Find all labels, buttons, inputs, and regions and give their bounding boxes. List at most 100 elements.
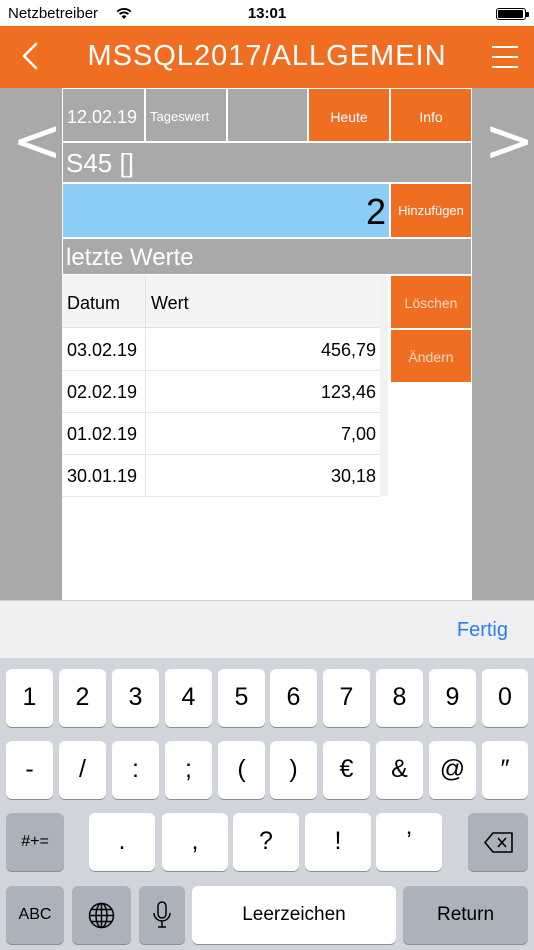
space-key[interactable]: Leerzeichen: [192, 886, 396, 944]
key-label: ABC: [18, 906, 52, 923]
row-value: 7,00: [340, 424, 376, 444]
microphone-icon: [153, 901, 171, 928]
edit-button[interactable]: Ändern: [390, 329, 472, 383]
key-6[interactable]: 6: [270, 669, 317, 727]
column-header-value: Wert: [151, 293, 189, 313]
key-label: #+=: [21, 833, 49, 850]
row-value: 30,18: [330, 466, 376, 486]
key-7[interactable]: 7: [323, 669, 370, 727]
key-double-quote[interactable]: ″: [482, 741, 528, 799]
abc-key[interactable]: ABC: [6, 886, 64, 944]
row-divider: [145, 371, 146, 412]
status-bar: Netzbetreiber 13:01: [0, 0, 534, 26]
key-label: /: [79, 755, 86, 783]
row-date: 30.01.19: [67, 466, 138, 486]
table-row[interactable]: 01.02.19 7,00: [62, 413, 380, 455]
date-field[interactable]: 12.02.19: [62, 88, 145, 142]
key-exclamation[interactable]: !: [305, 813, 371, 871]
keyboard-toolbar: Fertig: [0, 600, 534, 658]
info-label: Info: [419, 109, 443, 125]
key-apostrophe[interactable]: ’: [376, 813, 442, 871]
return-key[interactable]: Return: [403, 886, 528, 944]
delete-label: Löschen: [404, 295, 458, 311]
main-panel: < > 12.02.19 Tageswert Heute Info S45 []…: [0, 88, 534, 600]
key-label: (: [237, 755, 246, 783]
delete-button[interactable]: Löschen: [390, 275, 472, 329]
row-date: 01.02.19: [67, 424, 138, 444]
key-comma[interactable]: ,: [162, 813, 228, 871]
column-header-date: Datum: [67, 293, 121, 313]
key-at[interactable]: @: [429, 741, 476, 799]
table-row[interactable]: 03.02.19 456,79: [62, 329, 380, 371]
key-hyphen[interactable]: -: [6, 741, 53, 799]
backspace-icon: [484, 832, 513, 853]
add-button[interactable]: Hinzufügen: [390, 183, 472, 238]
key-semicolon[interactable]: ;: [165, 741, 212, 799]
key-3[interactable]: 3: [112, 669, 159, 727]
edit-label: Ändern: [408, 349, 454, 365]
key-label: Leerzeichen: [242, 904, 346, 925]
clock: 13:01: [247, 5, 287, 22]
row-divider: [145, 455, 146, 496]
history-header: letzte Werte: [62, 238, 472, 275]
key-8[interactable]: 8: [376, 669, 423, 727]
key-label: .: [118, 827, 126, 855]
item-name: S45 []: [66, 148, 134, 178]
key-4[interactable]: 4: [165, 669, 212, 727]
back-icon[interactable]: [16, 38, 46, 74]
key-5[interactable]: 5: [218, 669, 265, 727]
microphone-key[interactable]: [139, 886, 185, 944]
previous-arrow-button[interactable]: <: [12, 106, 62, 176]
date-value: 12.02.19: [67, 107, 138, 127]
key-period[interactable]: .: [89, 813, 155, 871]
key-ampersand[interactable]: &: [376, 741, 423, 799]
value-input[interactable]: 2: [62, 183, 390, 238]
table-row[interactable]: 30.01.19 30,18: [62, 455, 380, 497]
key-0[interactable]: 0: [482, 669, 528, 727]
key-label: 0: [498, 683, 512, 711]
row-value: 123,46: [320, 382, 376, 402]
key-label: ;: [185, 755, 192, 783]
key-label: 4: [181, 683, 196, 711]
key-euro[interactable]: €: [323, 741, 370, 799]
key-label: ?: [259, 827, 273, 855]
key-1[interactable]: 1: [6, 669, 53, 727]
mode-field[interactable]: Tageswert: [145, 88, 227, 142]
table-scroll-gutter: [380, 275, 388, 496]
next-arrow-button[interactable]: >: [484, 106, 534, 176]
key-label: 9: [445, 683, 460, 711]
globe-key[interactable]: [72, 886, 131, 944]
key-label: !: [334, 827, 342, 855]
key-slash[interactable]: /: [59, 741, 106, 799]
row-date: 02.02.19: [67, 382, 138, 402]
key-label: ″: [500, 755, 510, 783]
mode-value: Tageswert: [150, 109, 210, 124]
key-question[interactable]: ?: [233, 813, 299, 871]
backspace-key[interactable]: [468, 813, 528, 871]
key-label: :: [132, 755, 139, 783]
add-label: Hinzufügen: [398, 203, 464, 218]
table-body: 03.02.19 456,79 02.02.19 123,46 01.02.19…: [62, 329, 380, 497]
row-date: 03.02.19: [67, 340, 138, 360]
table-row[interactable]: 02.02.19 123,46: [62, 371, 380, 413]
row-divider: [145, 413, 146, 454]
info-button[interactable]: Info: [390, 88, 472, 142]
key-colon[interactable]: :: [112, 741, 159, 799]
today-button[interactable]: Heute: [308, 88, 390, 142]
done-button[interactable]: Fertig: [457, 619, 508, 642]
key-label: 8: [392, 683, 407, 711]
key-open-paren[interactable]: (: [218, 741, 265, 799]
menu-icon[interactable]: [492, 44, 518, 70]
key-label: @: [439, 755, 466, 783]
key-label: 5: [234, 683, 249, 711]
key-label: 1: [22, 683, 37, 711]
battery-icon: [496, 8, 529, 20]
column-divider: [145, 275, 146, 328]
key-close-paren[interactable]: ): [270, 741, 317, 799]
key-9[interactable]: 9: [429, 669, 476, 727]
key-label: 2: [75, 683, 90, 711]
key-2[interactable]: 2: [59, 669, 106, 727]
symbols-key[interactable]: #+=: [6, 813, 64, 871]
key-label: Return: [436, 904, 495, 925]
row-divider: [145, 329, 146, 370]
